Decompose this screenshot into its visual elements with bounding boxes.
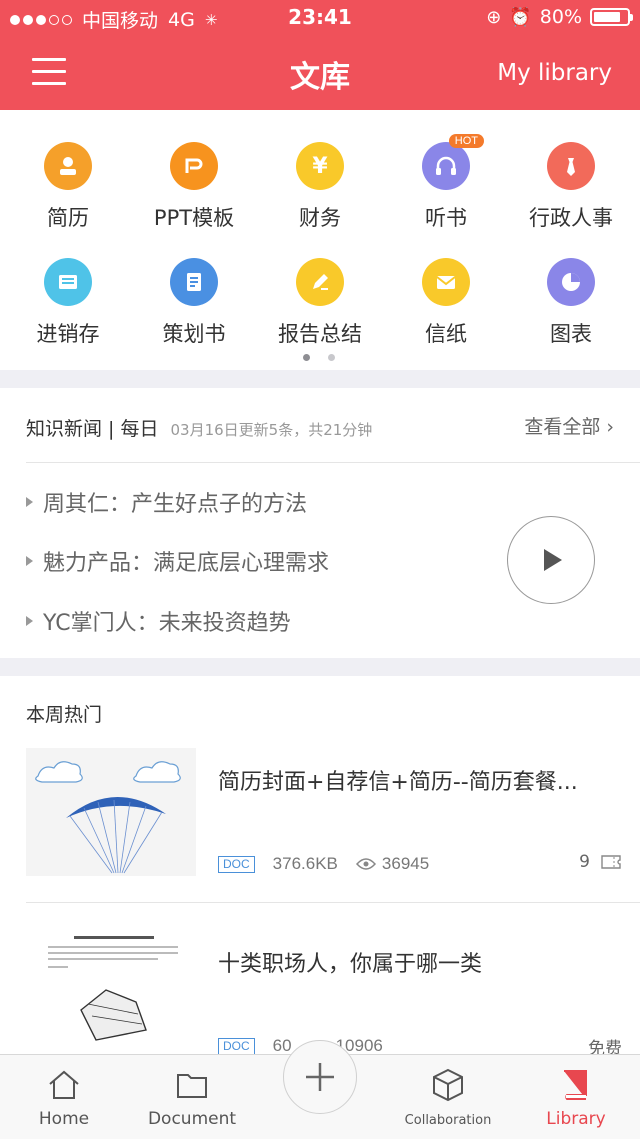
bullet-triangle-icon: [26, 556, 33, 566]
category-grid: 简历 PPT模板 ¥ 财务 HOT 听书 行政人事 进销存 策划书 报告总结 信…: [0, 110, 640, 370]
view-all-label: 查看全部: [524, 416, 601, 438]
category-chart[interactable]: 图表: [507, 258, 635, 358]
divider: [26, 902, 640, 903]
yen-icon: ¥: [296, 142, 344, 190]
doc-type-badge: DOC: [218, 855, 255, 873]
chevron-right-icon: ›: [606, 416, 614, 438]
document-thumbnail: [26, 930, 196, 1058]
tab-label: Home: [38, 1109, 90, 1129]
news-item-title: 魅力产品：满足底层心理需求: [43, 551, 330, 576]
envelope-icon: [422, 258, 470, 306]
category-label: 图表: [550, 322, 592, 346]
add-button[interactable]: [283, 1040, 357, 1114]
battery-percent: 80%: [539, 6, 582, 28]
document-size: 376.6KB: [272, 854, 338, 873]
category-label: 信纸: [425, 322, 467, 346]
book-icon: [564, 1070, 587, 1100]
category-label: 财务: [299, 206, 341, 230]
section-divider: [0, 658, 640, 676]
battery-icon: [590, 8, 633, 26]
tab-label: Library: [546, 1109, 606, 1129]
rotation-lock-icon: ⊕: [486, 6, 502, 28]
category-label: 行政人事: [529, 206, 613, 230]
knowledge-news-section: 知识新闻 | 每日 03月16日更新5条，共21分钟 查看全部 › 周其仁：产生…: [0, 388, 640, 658]
category-finance[interactable]: ¥ 财务: [256, 142, 384, 242]
folder-icon: [177, 1074, 207, 1098]
news-subtitle: 03月16日更新5条，共21分钟: [170, 421, 373, 439]
weekly-hot-title: 本周热门: [26, 704, 103, 726]
category-resume[interactable]: 简历: [4, 142, 132, 242]
category-inventory[interactable]: 进销存: [4, 258, 132, 358]
doc-type-badge: DOC: [218, 1037, 255, 1055]
views-count: 36945: [381, 854, 430, 873]
news-item[interactable]: YC掌门人：未来投资趋势: [26, 605, 291, 637]
news-item-title: YC掌门人：未来投资趋势: [43, 611, 291, 636]
plus-icon: [306, 1063, 334, 1091]
view-all-link[interactable]: 查看全部 ›: [524, 412, 614, 439]
category-label: 简历: [47, 206, 89, 230]
document-title: 简历封面+自荐信+简历--简历套餐...: [218, 770, 578, 795]
tab-document[interactable]: Document: [128, 1055, 256, 1139]
document-title: 十类职场人，你属于哪一类: [218, 952, 483, 977]
tab-label: Document: [147, 1109, 237, 1129]
category-ppt[interactable]: PPT模板: [130, 142, 258, 242]
section-divider: [0, 370, 640, 388]
tab-label: Collaboration: [404, 1113, 492, 1128]
bullet-triangle-icon: [26, 616, 33, 626]
tab-collaboration[interactable]: Collaboration: [384, 1055, 512, 1139]
category-label: 进销存: [36, 322, 100, 346]
eye-icon: [355, 858, 376, 870]
person-icon: [44, 142, 92, 190]
category-label: 报告总结: [278, 322, 362, 346]
tab-library[interactable]: Library: [512, 1055, 640, 1139]
news-item[interactable]: 魅力产品：满足底层心理需求: [26, 545, 329, 577]
home-icon: [49, 1070, 79, 1099]
ledger-icon: [44, 258, 92, 306]
my-library-link[interactable]: My library: [497, 60, 612, 86]
pie-chart-icon: [547, 258, 595, 306]
news-header: 知识新闻 | 每日 03月16日更新5条，共21分钟: [26, 414, 372, 441]
document-icon: [170, 258, 218, 306]
divider: [26, 462, 640, 463]
alarm-icon: ⏰: [509, 6, 532, 28]
status-right: ⊕ ⏰ 80%: [486, 6, 633, 28]
header: 文库 My library: [0, 36, 640, 110]
document-size: 60: [272, 1036, 292, 1055]
weekly-hot-section: 本周热门 简历封面+自荐信+简历--简历套餐... DOC 376.6KB 36…: [0, 676, 640, 1059]
play-button[interactable]: [507, 516, 595, 604]
category-admin-hr[interactable]: 行政人事: [507, 142, 635, 242]
news-item-title: 周其仁：产生好点子的方法: [43, 492, 308, 517]
document-meta: DOC 376.6KB 36945: [218, 854, 429, 874]
category-audiobook[interactable]: HOT 听书: [382, 134, 510, 242]
document-views: 36945: [355, 854, 430, 874]
app: 中国移动 4G ✳ 23:41 ⊕ ⏰ 80% 文库 My library 简历: [0, 0, 640, 1139]
document-thumbnail: [26, 748, 196, 876]
headphones-icon: HOT: [422, 134, 484, 190]
page-dot: [303, 354, 310, 361]
hot-badge: HOT: [448, 134, 484, 148]
category-label: 听书: [425, 206, 467, 230]
tab-home[interactable]: Home: [0, 1055, 128, 1139]
ticket-icon: [601, 855, 621, 869]
status-bar: 中国移动 4G ✳ 23:41 ⊕ ⏰ 80%: [0, 0, 640, 36]
category-planning[interactable]: 策划书: [130, 258, 258, 358]
page-dot: [328, 354, 335, 361]
price-value: 9: [579, 852, 590, 872]
ppt-icon: [170, 142, 218, 190]
edit-icon: [296, 258, 344, 306]
top-bar: 中国移动 4G ✳ 23:41 ⊕ ⏰ 80% 文库 My library: [0, 0, 640, 110]
document-price: 9: [579, 852, 622, 872]
category-label: 策划书: [162, 322, 226, 346]
category-letter-paper[interactable]: 信纸: [382, 258, 510, 358]
news-item[interactable]: 周其仁：产生好点子的方法: [26, 486, 307, 518]
news-title: 知识新闻 | 每日: [26, 418, 159, 440]
cube-icon: [433, 1068, 463, 1102]
page-indicator[interactable]: [303, 354, 335, 361]
category-report[interactable]: 报告总结: [256, 258, 384, 358]
document-item[interactable]: 简历封面+自荐信+简历--简历套餐... DOC 376.6KB 36945 9: [0, 748, 640, 898]
bullet-triangle-icon: [26, 497, 33, 507]
play-icon: [544, 549, 562, 571]
tie-icon: [547, 142, 595, 190]
category-label: PPT模板: [153, 206, 235, 230]
